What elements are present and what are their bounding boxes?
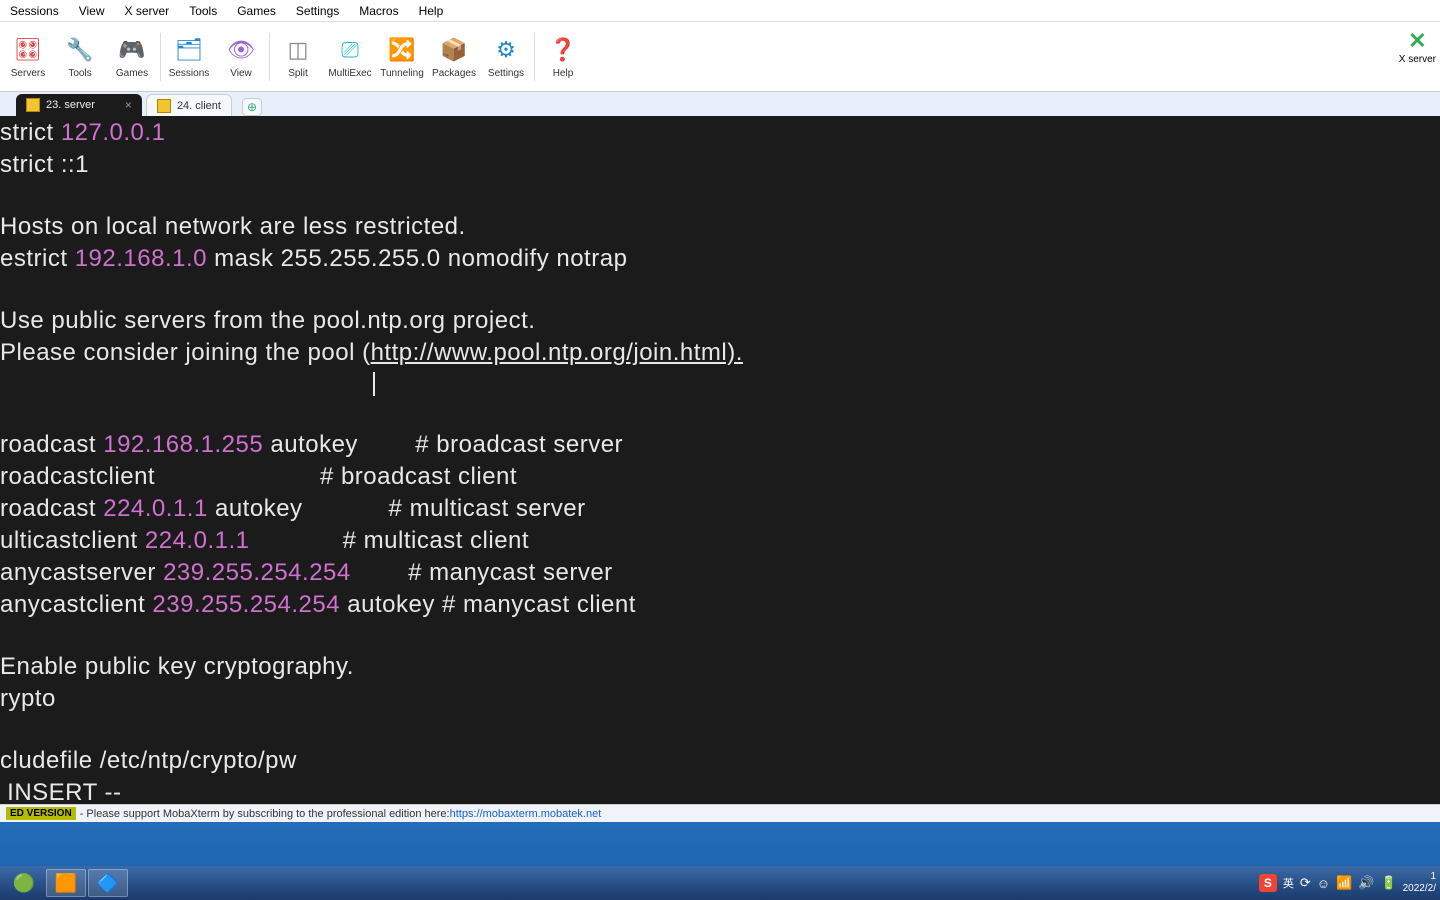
toolbar-sessions[interactable]: 🗂Sessions [163, 27, 215, 87]
toolbar-servers[interactable]: 🎛Servers [2, 27, 54, 87]
battery-icon[interactable]: 🔋 [1380, 875, 1396, 891]
volume-icon[interactable]: 🔊 [1358, 875, 1374, 891]
terminal[interactable]: strict 127.0.0.1 strict ::1 Hosts on loc… [0, 116, 1440, 804]
session-tabs: 23. server × 24. client ⊕ [0, 92, 1440, 116]
taskbar-app-vm[interactable]: 🟧 [46, 869, 86, 897]
servers-icon: 🎛 [12, 34, 44, 66]
footer-link[interactable]: https://mobaxterm.mobatek.net [450, 808, 602, 820]
sessions-icon: 🗂 [173, 34, 205, 66]
toolbar-settings[interactable]: ⚙Settings [480, 27, 532, 87]
toolbar-packages[interactable]: 📦Packages [428, 27, 480, 87]
windows-taskbar: 🟢 🟧 🔷 S 英 ⟳ ☺ 📶 🔊 🔋 1 2022/2/ [0, 866, 1440, 900]
toolbar-separator [269, 33, 270, 81]
ime-language[interactable]: 英 [1283, 875, 1294, 891]
tab-client[interactable]: 24. client [146, 94, 232, 116]
toolbar-games[interactable]: 🎮Games [106, 27, 158, 87]
toolbar-tunneling[interactable]: 🔀Tunneling [376, 27, 428, 87]
tab-label: 23. server [46, 99, 95, 111]
taskbar-clock[interactable]: 1 2022/2/ [1403, 871, 1436, 895]
menu-help[interactable]: Help [409, 2, 454, 20]
version-badge: ED VERSION [6, 807, 76, 820]
menu-view[interactable]: View [69, 2, 115, 20]
menu-settings[interactable]: Settings [286, 2, 349, 20]
multiexec-icon: ⎚ [334, 34, 366, 66]
toolbar-multiexec[interactable]: ⎚MultiExec [324, 27, 376, 87]
ime-icon[interactable]: S [1259, 874, 1277, 892]
menu-macros[interactable]: Macros [349, 2, 408, 20]
toolbar-help[interactable]: ❓Help [537, 27, 589, 87]
help-icon: ❓ [547, 34, 579, 66]
wrench-icon [26, 98, 40, 112]
toolbar: 🎛Servers 🔧Tools 🎮Games 🗂Sessions 👁View ◫… [0, 22, 1440, 92]
footer-text: - Please support MobaXterm by subscribin… [80, 808, 450, 820]
text-cursor [373, 372, 375, 396]
toolbar-tools[interactable]: 🔧Tools [54, 27, 106, 87]
xserver-icon: ✕ [1408, 28, 1426, 54]
tab-server[interactable]: 23. server × [16, 94, 142, 116]
taskbar-app-browser[interactable]: 🟢 [4, 869, 44, 897]
menu-sessions[interactable]: Sessions [0, 2, 69, 20]
games-icon: 🎮 [116, 34, 148, 66]
signal-icon[interactable]: 📶 [1336, 875, 1352, 891]
close-icon[interactable]: × [125, 98, 132, 112]
toolbar-xserver-indicator[interactable]: ✕ X server [1399, 28, 1436, 65]
pool-ntp-link[interactable]: http://www.pool.ntp.org/join.html). [371, 339, 743, 366]
view-icon: 👁 [225, 34, 257, 66]
menu-xserver[interactable]: X server [115, 2, 180, 20]
toolbar-separator [160, 33, 161, 81]
footer-bar: ED VERSION - Please support MobaXterm by… [0, 804, 1440, 822]
menu-tools[interactable]: Tools [179, 2, 227, 20]
system-tray: S 英 ⟳ ☺ 📶 🔊 🔋 1 2022/2/ [1259, 866, 1436, 900]
packages-icon: 📦 [438, 34, 470, 66]
taskbar-app-mobaxterm[interactable]: 🔷 [88, 869, 128, 897]
menu-bar: Sessions View X server Tools Games Setti… [0, 0, 1440, 22]
wrench-icon [157, 99, 171, 113]
tunneling-icon: 🔀 [386, 34, 418, 66]
new-tab-button[interactable]: ⊕ [242, 98, 262, 116]
sync-icon[interactable]: ⟳ [1300, 875, 1311, 891]
toolbar-view[interactable]: 👁View [215, 27, 267, 87]
tab-label: 24. client [177, 100, 221, 112]
face-icon[interactable]: ☺ [1317, 876, 1330, 891]
settings-icon: ⚙ [490, 34, 522, 66]
tools-icon: 🔧 [64, 34, 96, 66]
menu-games[interactable]: Games [227, 2, 286, 20]
split-icon: ◫ [282, 34, 314, 66]
toolbar-separator [534, 33, 535, 81]
toolbar-split[interactable]: ◫Split [272, 27, 324, 87]
